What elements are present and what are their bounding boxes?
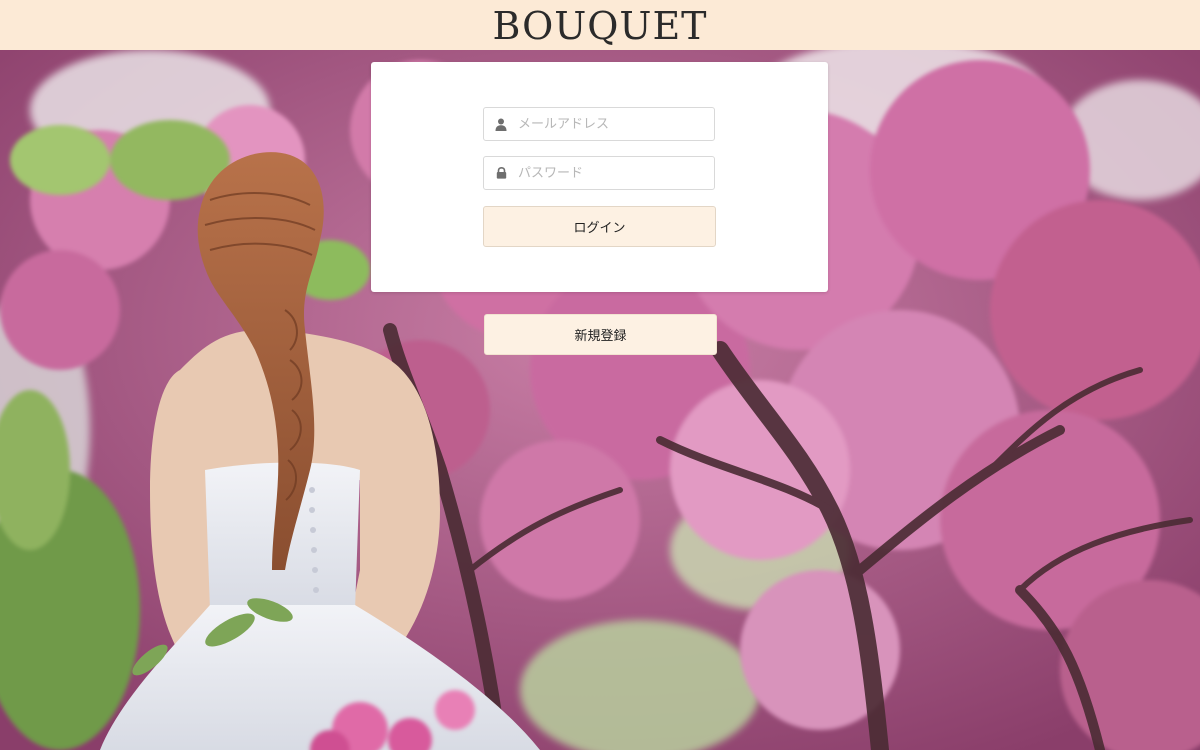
- site-header: BOUQUET: [0, 0, 1200, 50]
- password-field[interactable]: [483, 156, 715, 190]
- signup-button[interactable]: 新規登録: [484, 314, 717, 355]
- email-input[interactable]: [518, 116, 708, 132]
- email-field[interactable]: [483, 107, 715, 141]
- lock-icon: [484, 156, 518, 190]
- login-button[interactable]: ログイン: [483, 206, 716, 247]
- user-icon: [484, 107, 518, 141]
- password-input[interactable]: [518, 165, 708, 181]
- login-card: ログイン: [371, 62, 828, 292]
- brand-logo[interactable]: BOUQUET: [492, 5, 707, 45]
